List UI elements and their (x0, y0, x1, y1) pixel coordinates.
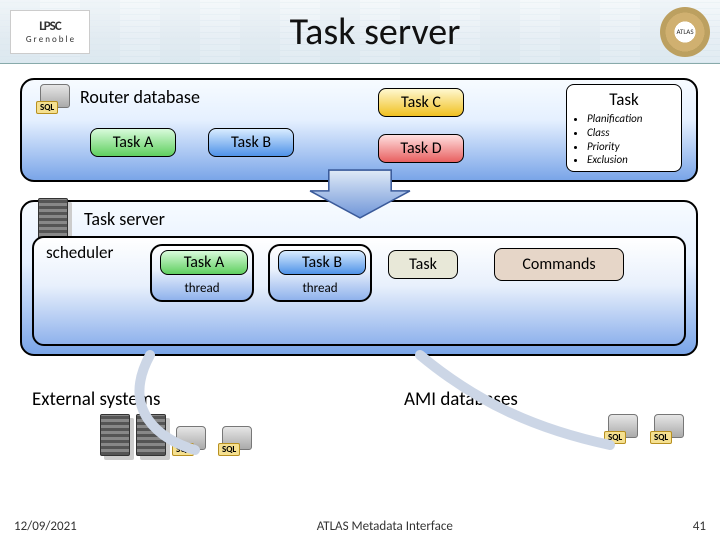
task-info-item: Class (587, 126, 675, 140)
router-label: Router database (80, 86, 200, 108)
atlas-logo: ATLAS (660, 7, 710, 57)
server-icon (136, 414, 166, 456)
task-b-router: Task B (208, 128, 294, 157)
sql-icon (172, 426, 212, 456)
sql-icon (36, 84, 76, 114)
scheduler-task-a: Task A thread (150, 244, 254, 302)
sql-icon (218, 426, 258, 456)
task-info-item: Planification (587, 112, 675, 126)
server-label: Task server (84, 208, 165, 230)
task-b-scheduler: Task B (278, 250, 366, 275)
footer: 12/09/2021 ATLAS Metadata Interface 41 (0, 519, 720, 534)
title-bar: LPSC G r e n o b l e Task server ATLAS (0, 0, 720, 64)
sql-icon (604, 414, 644, 444)
task-info-item: Exclusion (587, 153, 675, 167)
atlas-logo-text: ATLAS (676, 27, 693, 36)
server-icon (100, 414, 130, 456)
lpsc-logo: LPSC G r e n o b l e (10, 10, 90, 54)
task-a-router: Task A (90, 128, 176, 157)
footer-center: ATLAS Metadata Interface (317, 519, 453, 534)
task-a-scheduler: Task A (160, 250, 248, 275)
external-systems-cluster (100, 414, 258, 456)
task-info-header: Task (573, 89, 675, 110)
sql-icon (650, 414, 690, 444)
thread-label-a: thread (152, 281, 252, 296)
task-info-box: Task Planification Class Priority Exclus… (566, 84, 682, 172)
page-title: Task server (100, 9, 650, 55)
arrow-down-icon (305, 168, 415, 220)
task-info-list: Planification Class Priority Exclusion (573, 112, 675, 167)
external-systems-label: External systems (32, 388, 161, 411)
ami-databases-label: AMI databases (404, 388, 518, 411)
task-server-panel: Task server scheduler Task A thread Task… (20, 200, 698, 356)
task-generic: Task (388, 250, 458, 279)
ami-databases-cluster (604, 414, 690, 444)
lpsc-logo-sub: G r e n o b l e (26, 34, 74, 45)
task-d-router: Task D (378, 134, 464, 163)
scheduler-label: scheduler (46, 242, 113, 263)
lpsc-logo-text: LPSC (39, 19, 60, 34)
scheduler-panel: scheduler Task A thread Task B thread Ta… (32, 236, 686, 346)
footer-page: 41 (693, 519, 706, 534)
scheduler-task-b: Task B thread (268, 244, 372, 302)
router-database-panel: Router database Task A Task B Task C Tas… (20, 78, 698, 182)
thread-label-b: thread (270, 281, 370, 296)
commands-box: Commands (494, 248, 624, 281)
task-c-router: Task C (378, 88, 464, 117)
server-icon (38, 198, 68, 240)
task-info-item: Priority (587, 140, 675, 154)
footer-date: 12/09/2021 (14, 519, 77, 534)
